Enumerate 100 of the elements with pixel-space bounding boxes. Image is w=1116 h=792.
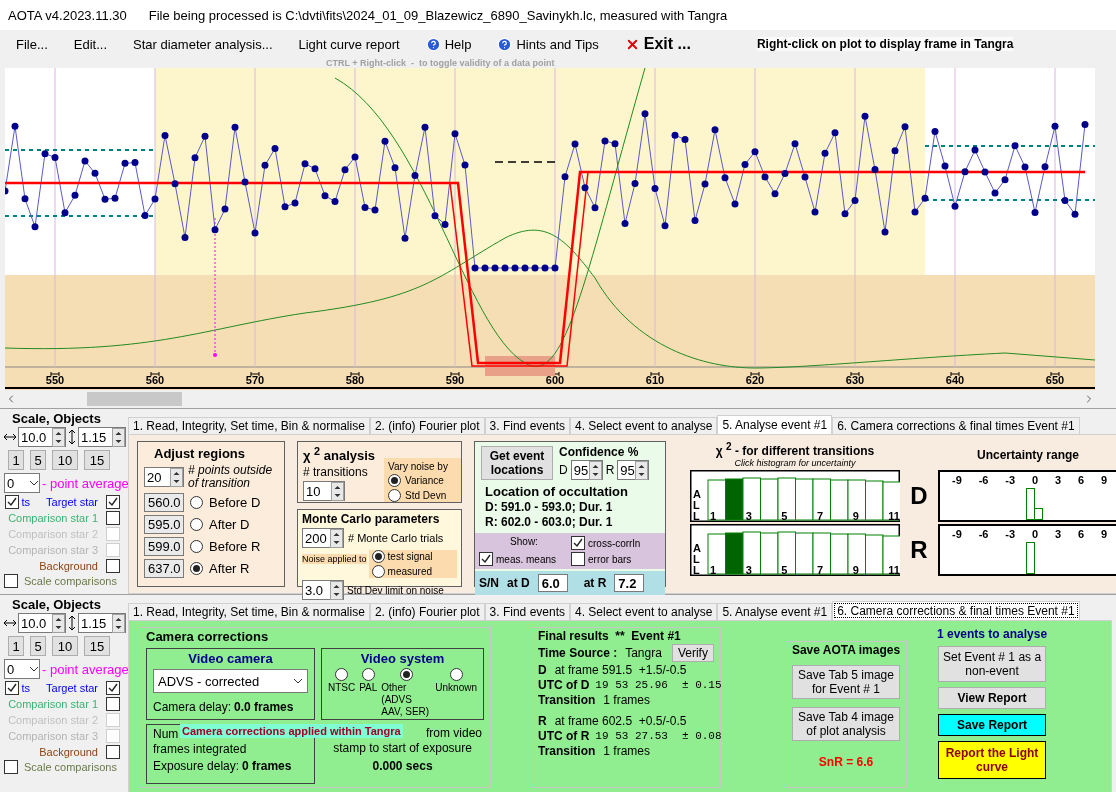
- checkbox[interactable]: [571, 552, 585, 566]
- zoom-button[interactable]: 15: [84, 450, 110, 470]
- group-title: Video system: [359, 651, 446, 666]
- radio-button[interactable]: [190, 562, 203, 575]
- axis-label: A: [693, 543, 701, 554]
- radio-button[interactable]: [388, 489, 402, 502]
- checkbox[interactable]: [106, 558, 120, 573]
- average-dropdown[interactable]: 0: [4, 659, 40, 679]
- action-button[interactable]: Set Event # 1 as a non-event: [938, 646, 1047, 682]
- save-image-button[interactable]: Save Tab 5 image for Event # 1: [792, 665, 900, 699]
- checkbox[interactable]: [106, 510, 120, 525]
- zoom-button[interactable]: 15: [84, 636, 110, 656]
- spinner-icon[interactable]: [112, 613, 125, 633]
- checkbox[interactable]: [4, 760, 18, 774]
- checkbox[interactable]: [106, 494, 120, 509]
- zoom-button[interactable]: 1: [8, 450, 24, 470]
- spinner-icon[interactable]: [112, 427, 125, 447]
- tab[interactable]: 6. Camera corrections & final times Event #1: [832, 601, 1080, 620]
- tab[interactable]: 5. Analyse event #1: [717, 415, 833, 434]
- camera-dropdown[interactable]: ADVS - corrected: [153, 669, 308, 693]
- number-field[interactable]: 3.0: [302, 580, 344, 600]
- spinner-icon[interactable]: [331, 481, 344, 501]
- menu-item[interactable]: File...: [16, 36, 48, 52]
- vertical-arrows-icon: [68, 430, 76, 444]
- utc-value: 19 53 27.53: [595, 730, 668, 742]
- tab[interactable]: 4. Select event to analyse: [570, 417, 718, 434]
- tab[interactable]: 6. Camera corrections & final times Event #1: [832, 417, 1080, 434]
- axis-label: 7: [817, 510, 824, 522]
- axis-label: 550: [45, 374, 65, 386]
- radio-button[interactable]: [190, 518, 203, 531]
- histogram-chart[interactable]: [690, 524, 900, 576]
- time-source-value: Tangra: [625, 646, 662, 660]
- verify-button[interactable]: Verify: [671, 644, 714, 662]
- radio-button[interactable]: [371, 565, 385, 578]
- radio-button[interactable]: [361, 668, 375, 681]
- checkbox[interactable]: [106, 744, 120, 759]
- number-field[interactable]: 1.15: [78, 427, 126, 447]
- menu-item[interactable]: Exit ...: [624, 35, 691, 53]
- menu-item[interactable]: Help: [425, 36, 472, 52]
- tab[interactable]: 2. (info) Fourier plot: [369, 417, 485, 434]
- spinner-icon[interactable]: [330, 528, 343, 548]
- zoom-button[interactable]: 1: [8, 636, 24, 656]
- checkbox-label: meas. means: [496, 553, 557, 565]
- tab[interactable]: 3. Find events: [484, 417, 570, 434]
- number-field[interactable]: 10.0: [18, 427, 66, 447]
- radio-button[interactable]: [335, 668, 349, 681]
- number-field[interactable]: 200: [302, 528, 344, 548]
- light-curve-drawing[interactable]: [5, 68, 1095, 390]
- number-field[interactable]: 10.0: [18, 613, 66, 633]
- average-dropdown[interactable]: 0: [4, 473, 40, 493]
- spinner-icon[interactable]: [170, 467, 183, 487]
- spinner-icon[interactable]: [588, 460, 602, 480]
- radio-button[interactable]: [388, 474, 402, 487]
- checkbox[interactable]: [5, 494, 20, 509]
- tab[interactable]: 1. Read, Integrity, Set time, Bin & normalise: [128, 603, 370, 620]
- action-button[interactable]: View Report: [938, 687, 1047, 709]
- spinner-icon[interactable]: [52, 613, 65, 633]
- spinner-icon[interactable]: [330, 580, 343, 600]
- tab[interactable]: 2. (info) Fourier plot: [369, 603, 485, 620]
- radio-button[interactable]: [399, 668, 413, 681]
- number-field[interactable]: 1.15: [78, 613, 126, 633]
- group-title: Final results ** Event #1: [538, 629, 682, 643]
- number-field[interactable]: 10: [303, 481, 345, 502]
- checkbox[interactable]: [106, 696, 120, 711]
- get-locations-button[interactable]: Get event locations: [481, 445, 553, 480]
- tab[interactable]: 4. Select event to analyse: [570, 603, 718, 620]
- checkbox[interactable]: [5, 680, 20, 695]
- action-button[interactable]: Report the Light curve: [938, 741, 1047, 779]
- spinner-icon[interactable]: [635, 460, 649, 480]
- radio-button[interactable]: [190, 496, 203, 509]
- zoom-button[interactable]: 5: [30, 450, 46, 470]
- radio-label: After R: [209, 561, 250, 576]
- help-icon: [425, 36, 441, 52]
- number-field[interactable]: 95: [570, 460, 603, 480]
- zoom-button[interactable]: 10: [52, 450, 78, 470]
- delay-value: 0.0 frames: [234, 700, 294, 714]
- spinner-icon[interactable]: [52, 427, 65, 447]
- menu-item[interactable]: Light curve report: [298, 36, 400, 52]
- checkbox[interactable]: [571, 536, 585, 550]
- tab[interactable]: 3. Find events: [484, 603, 570, 620]
- save-image-button[interactable]: Save Tab 4 image of plot analysis: [792, 707, 900, 741]
- menu-item[interactable]: Hints and Tips: [497, 36, 599, 52]
- horizontal-arrows-icon: [4, 433, 16, 441]
- checkbox[interactable]: [479, 552, 493, 566]
- radio-button[interactable]: [190, 540, 203, 553]
- radio-button[interactable]: [371, 550, 385, 563]
- number-field[interactable]: 20: [144, 467, 184, 487]
- menu-item[interactable]: Star diameter analysis...: [133, 36, 273, 52]
- checkbox[interactable]: [106, 680, 120, 695]
- checkbox-label: cross-corrln: [588, 537, 641, 549]
- action-button[interactable]: Save Report: [938, 714, 1047, 736]
- tab[interactable]: 1. Read, Integrity, Set time, Bin & normalise: [128, 417, 370, 434]
- number-field[interactable]: 95: [617, 460, 650, 480]
- zoom-button[interactable]: 5: [30, 636, 46, 656]
- radio-button[interactable]: [449, 668, 463, 681]
- tab[interactable]: 5. Analyse event #1: [717, 603, 833, 620]
- histogram-chart[interactable]: [690, 470, 900, 522]
- checkbox[interactable]: [4, 574, 18, 588]
- zoom-button[interactable]: 10: [52, 636, 78, 656]
- menu-item[interactable]: Edit...: [73, 36, 108, 52]
